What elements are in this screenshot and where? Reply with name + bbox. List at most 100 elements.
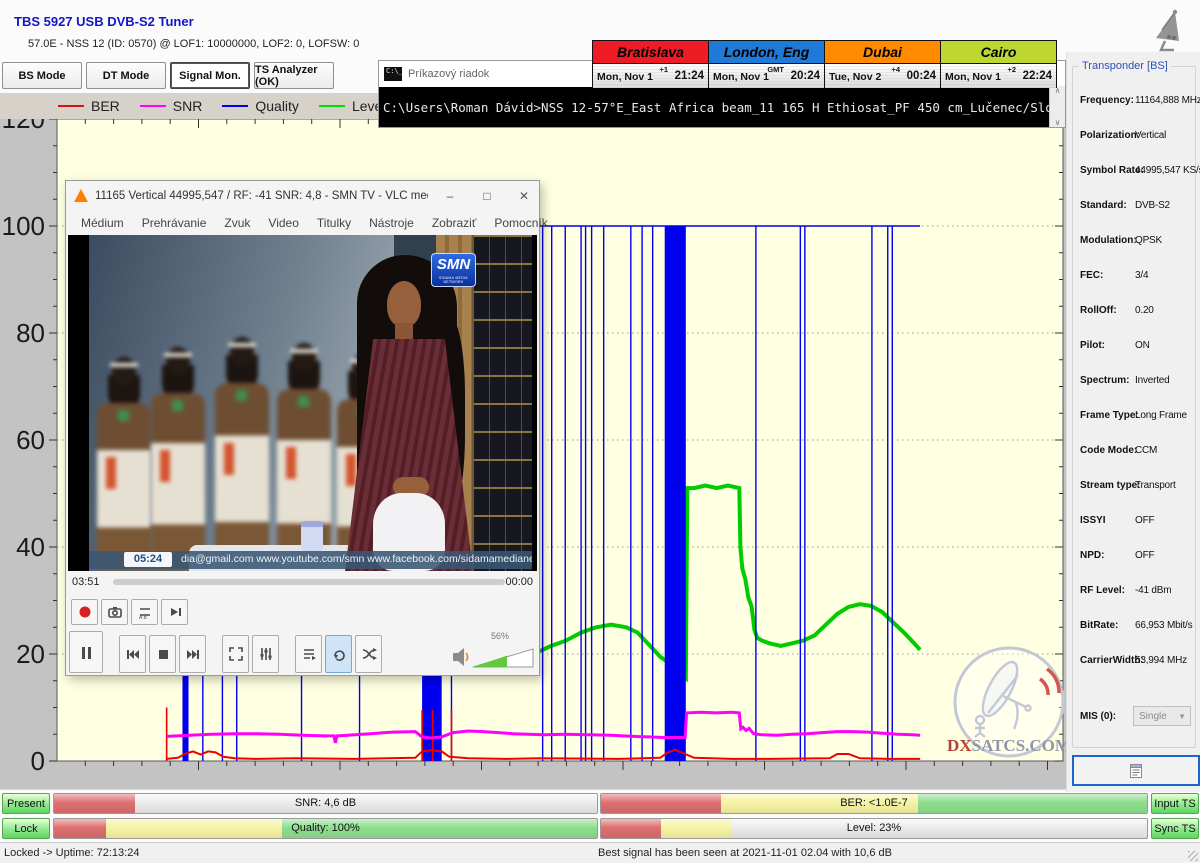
input-ts-indicator: Input TS [1151, 793, 1199, 814]
presenter-face [387, 281, 421, 327]
snapshot-button[interactable] [101, 599, 128, 625]
frame-step-button[interactable] [161, 599, 188, 625]
svg-text:0: 0 [31, 746, 45, 776]
legend-item-level: Level [319, 98, 385, 114]
field-label: RF Level: [1080, 585, 1125, 596]
mode-button-signal-mon-[interactable]: Signal Mon. [170, 62, 250, 89]
clock-utc-offset: GMT [767, 65, 784, 74]
signal-monitor-app: TBS 5927 USB DVB-S2 Tuner 57.0E - NSS 12… [0, 0, 1200, 863]
transponder-title: Transponder [BS] [1079, 60, 1171, 72]
previous-icon [125, 646, 141, 662]
field-value: ON [1135, 340, 1150, 351]
field-label: Standard: [1080, 200, 1127, 211]
legend-item-quality: Quality [222, 98, 299, 114]
resize-grip[interactable] [1188, 851, 1198, 861]
app-title: TBS 5927 USB DVB-S2 Tuner [14, 14, 194, 29]
field-label: BitRate: [1080, 620, 1118, 631]
close-button[interactable]: ✕ [509, 189, 539, 203]
svg-text:20: 20 [16, 639, 45, 669]
vlc-menu-zobrazi[interactable]: Zobraziť [423, 216, 486, 230]
vlc-menu-nstroje[interactable]: Nástroje [360, 216, 423, 230]
smn-channel-logo: SMN SIDAMA MEDIA NETWORK [431, 253, 476, 287]
vlc-menu-zvuk[interactable]: Zvuk [215, 216, 259, 230]
seek-bar[interactable] [113, 579, 505, 585]
scroll-down-icon[interactable]: ∨ [1055, 118, 1061, 127]
snr-bar: SNR: 4,6 dB [53, 793, 598, 814]
volume-control[interactable]: 56% [451, 631, 536, 673]
vlc-menu-video[interactable]: Video [259, 216, 307, 230]
legend-item-snr: SNR [140, 98, 203, 114]
field-value: Long Frame [1135, 410, 1187, 421]
loop-button[interactable] [325, 635, 352, 673]
cmd-icon: C:\_ [384, 67, 402, 81]
vlc-window[interactable]: 11165 Vertical 44995,547 / RF: -41 SNR: … [65, 180, 540, 676]
ber-bar: BER: <1.0E-7 [600, 793, 1148, 814]
pause-icon [78, 644, 94, 660]
record-icon [77, 604, 93, 620]
loop-icon [331, 646, 347, 662]
clock-time-row: Mon, Nov 1+222:24 [941, 64, 1056, 88]
svg-text:80: 80 [16, 318, 45, 348]
field-value: QPSK [1135, 235, 1162, 246]
legend-line-icon [58, 105, 84, 107]
vlc-menu-titulky[interactable]: Titulky [308, 216, 360, 230]
ab-loop-button[interactable]: A B [131, 599, 158, 625]
field-value: DVB-S2 [1135, 200, 1170, 211]
mode-button-dt-mode[interactable]: DT Mode [86, 62, 166, 89]
vlc-menu-prehrvanie[interactable]: Prehrávanie [133, 216, 216, 230]
playlist-button[interactable] [295, 635, 322, 673]
clock-date: Mon, Nov 1 [713, 71, 769, 83]
field-label: RollOff: [1080, 305, 1117, 316]
vlc-playback-controls [69, 631, 382, 673]
legend-item-ber: BER [58, 98, 120, 114]
pause-button[interactable] [69, 631, 103, 673]
svg-text:40: 40 [16, 532, 45, 562]
vlc-menubar: MédiumPrehrávanieZvukVideoTitulkyNástroj… [66, 210, 539, 235]
best-signal-status: Best signal has been seen at 2021-11-01 … [598, 847, 892, 859]
clock-utc-offset: +4 [891, 65, 900, 74]
shuffle-button[interactable] [355, 635, 382, 673]
vlc-menu-mdium[interactable]: Médium [72, 216, 133, 230]
vlc-menu-pomocnk[interactable]: Pomocník [485, 216, 556, 230]
stop-button[interactable] [149, 635, 176, 673]
clock-bratislava: BratislavaMon, Nov 1+121:24 [592, 40, 709, 88]
field-label: NPD: [1080, 550, 1104, 561]
field-label: Pilot: [1080, 340, 1105, 351]
speaker-icon [453, 648, 468, 666]
maximize-button[interactable]: □ [472, 189, 502, 203]
field-value: CCM [1135, 445, 1157, 456]
mode-button-ts-analyzer-ok-[interactable]: TS Analyzer (OK) [254, 62, 334, 89]
transponder-details-button[interactable] [1072, 755, 1200, 786]
vlc-titlebar[interactable]: 11165 Vertical 44995,547 / RF: -41 SNR: … [66, 181, 539, 210]
record-button[interactable] [71, 599, 98, 625]
clock-time-row: Mon, Nov 1+121:24 [593, 64, 708, 88]
field-value: -41 dBm [1135, 585, 1171, 596]
mode-button-bs-mode[interactable]: BS Mode [2, 62, 82, 89]
clock-date: Mon, Nov 1 [945, 71, 1001, 83]
field-label: Code Mode: [1080, 445, 1137, 456]
legend-label: SNR [173, 98, 203, 114]
field-label: FEC: [1080, 270, 1103, 281]
equalizer-button[interactable] [252, 635, 279, 673]
minimize-button[interactable]: – [435, 189, 465, 203]
world-clocks: BratislavaMon, Nov 1+121:24London, EngMo… [593, 40, 1063, 88]
clock-time-row: Mon, Nov 1GMT20:24 [709, 64, 824, 88]
field-value: 3/4 [1135, 270, 1148, 281]
clock-time-row: Tue, Nov 2+400:24 [825, 64, 940, 88]
cmd-scrollbar[interactable]: ∧ ∨ [1049, 86, 1065, 127]
fullscreen-button[interactable] [222, 635, 249, 673]
volume-percent: 56% [491, 631, 509, 641]
previous-button[interactable] [119, 635, 146, 673]
cmd-output: C:\Users\Roman Dávid>NSS 12-57°E_East Af… [379, 87, 1065, 127]
sync-ts-indicator: Sync TS [1151, 818, 1199, 839]
playlist-icon [301, 646, 317, 662]
field-label: Polarization: [1080, 130, 1140, 141]
equalizer-icon [258, 646, 274, 662]
next-button[interactable] [179, 635, 206, 673]
clock-dubai: DubaiTue, Nov 2+400:24 [824, 40, 941, 88]
svg-text:100: 100 [2, 211, 45, 241]
field-value: 0.20 [1135, 305, 1154, 316]
field-label: ISSYI [1080, 515, 1106, 526]
mis-dropdown[interactable]: Single ▼ [1133, 706, 1191, 726]
field-value: Transport [1135, 480, 1176, 491]
